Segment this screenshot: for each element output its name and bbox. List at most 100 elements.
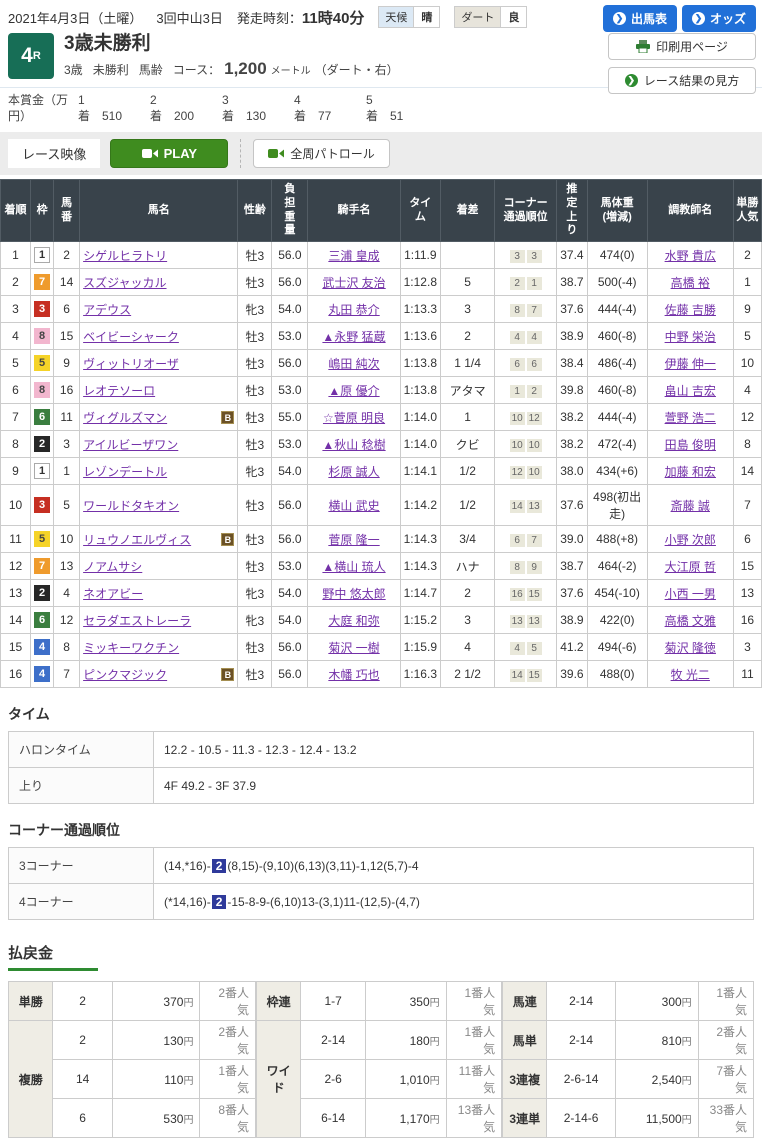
horse-name-link[interactable]: ヴィグルズマン	[83, 409, 167, 426]
horse-name-link[interactable]: ヴィットリオーザ	[83, 355, 179, 372]
result-row: 4 8 15 ベイビーシャークB 牡3 53.0 ▲永野 猛蔵 1:13.6 2…	[0, 322, 762, 351]
jockey-link[interactable]: 野中 悠太郎	[322, 587, 385, 601]
trainer-cell: 中野 栄治	[646, 322, 734, 351]
column-header: 調教師名	[646, 179, 734, 243]
horse-name-link[interactable]: スズジャッカル	[83, 274, 166, 291]
sex-age-cell: 牡3	[237, 552, 273, 581]
play-button[interactable]: PLAY	[110, 139, 229, 169]
corner-row: 4コーナー (*14,16)- 2 -15-8-9-(6,10)13-(3,1)11-…	[8, 883, 754, 921]
carried-weight-cell: 53.0	[271, 376, 309, 405]
jockey-link[interactable]: 三浦 皇成	[328, 249, 379, 263]
result-row: 15 4 8 ミッキーワクチンB 牡3 56.0 菊沢 一樹 1:15.9 4 …	[0, 633, 762, 662]
trainer-cell: 菊沢 隆徳	[646, 633, 734, 662]
horse-name-link[interactable]: ネオアビー	[83, 585, 143, 602]
trainer-link[interactable]: 水野 貴広	[665, 249, 716, 263]
race-video-tab[interactable]: レース映像	[8, 139, 101, 169]
print-page-button[interactable]: 印刷用ページ	[608, 33, 756, 60]
time-cell: 1:14.7	[399, 579, 442, 608]
jockey-link[interactable]: 大庭 和弥	[328, 614, 379, 628]
horse-name-link[interactable]: アデウス	[83, 301, 131, 318]
trainer-link[interactable]: 小野 次郎	[665, 533, 716, 547]
trainer-link[interactable]: 菊沢 隆徳	[665, 641, 716, 655]
corner-position: 6	[509, 533, 525, 547]
prize-amount: 着 200	[150, 108, 195, 123]
weather-value: 晴	[413, 7, 440, 27]
trainer-link[interactable]: 大江原 哲	[665, 560, 716, 574]
jockey-link[interactable]: 杉原 誠人	[328, 465, 379, 479]
horse-name-cell: アイルビーザワンB	[79, 430, 239, 459]
margin-cell: 4	[440, 633, 496, 662]
rank-cell: 15	[0, 633, 32, 662]
sex-age-cell: 牡3	[237, 633, 273, 662]
payout-row: 3連複 2-6-14 2,540円 7番人気	[502, 1059, 755, 1100]
patrol-video-button[interactable]: 全周パトロール	[253, 139, 390, 169]
horse-name-link[interactable]: レオテソーロ	[83, 382, 155, 399]
start-time-value: 11時40分	[301, 9, 365, 27]
payout-popularity: 2番人気	[697, 1020, 755, 1061]
payout-table-left: 単勝 2 370円 2番人気 複勝 2 130円 2番人気 14 110円 1番人気 6 530円 8番人…	[7, 981, 257, 1138]
video-camera-icon	[268, 149, 285, 159]
horse-name-link[interactable]: レゾンデートル	[83, 463, 167, 480]
jockey-link[interactable]: 丸田 恭介	[328, 303, 379, 317]
trainer-cell: 高橋 文雅	[646, 606, 734, 635]
jockey-link[interactable]: ▲横山 琉人	[322, 560, 385, 574]
jockey-link[interactable]: ☆菅原 明良	[323, 411, 385, 425]
body-weight-cell: 474(0)	[586, 241, 648, 270]
shutsuba-button[interactable]: ❯ 出馬表	[602, 5, 677, 32]
trainer-link[interactable]: 牧 光二	[671, 668, 710, 682]
jockey-link[interactable]: 武士沢 友治	[322, 276, 385, 290]
jockey-link[interactable]: 菅原 隆一	[328, 533, 379, 547]
horse-name-link[interactable]: ワールドタキオン	[83, 497, 179, 514]
trainer-link[interactable]: 高橋 裕	[671, 276, 710, 290]
race-conditions: 3歳 未勝利 馬齢 コース： 1,200 メートル （ダート・右）	[64, 59, 399, 79]
jockey-link[interactable]: ▲秋山 稔樹	[322, 438, 385, 452]
corner-position: 8	[509, 303, 525, 317]
result-guide-button[interactable]: ❯ レース結果の見方	[608, 67, 756, 94]
margin-cell: 3	[440, 295, 496, 324]
horse-name-cell: スズジャッカルB	[79, 268, 239, 297]
carried-weight-cell: 54.0	[271, 457, 309, 486]
frame-cell: 4	[30, 633, 55, 662]
jockey-cell: 菊沢 一樹	[307, 633, 401, 662]
jockey-link[interactable]: ▲永野 猛蔵	[322, 330, 385, 344]
last3f-cell: 38.0	[556, 457, 588, 486]
result-row: 9 1 1 レゾンデートルB 牝3 54.0 杉原 誠人 1:14.1 1/2 …	[0, 457, 762, 486]
trainer-link[interactable]: 畠山 吉宏	[665, 384, 716, 398]
arrow-circle-icon: ❯	[624, 74, 638, 87]
odds-button[interactable]: ❯ オッズ	[681, 5, 756, 32]
race-number: 4	[21, 44, 33, 67]
trainer-link[interactable]: 伊藤 伸一	[665, 357, 716, 371]
trainer-link[interactable]: 田島 俊明	[665, 438, 716, 452]
payout-combination: 2-14	[300, 1020, 366, 1061]
payout-table-middle: 枠連 1-7 350円 1番人気 ワイド 2-14 180円 1番人気 2-6 1,010円 11番…	[256, 981, 503, 1138]
trainer-link[interactable]: 小西 一男	[665, 587, 716, 601]
horse-name-link[interactable]: セラダエストレーラ	[83, 612, 191, 629]
margin-cell: 3	[440, 606, 496, 635]
jockey-link[interactable]: ▲原 優介	[328, 384, 379, 398]
horse-name-link[interactable]: シゲルヒラトリ	[83, 247, 167, 264]
horse-name-link[interactable]: ピンクマジック	[83, 666, 167, 683]
horse-name-link[interactable]: ミッキーワクチン	[83, 639, 179, 656]
trainer-link[interactable]: 高橋 文雅	[665, 614, 716, 628]
trainer-link[interactable]: 加藤 和宏	[665, 465, 716, 479]
time-table: ハロンタイム 12.2 - 10.5 - 11.3 - 12.3 - 12.4 -…	[8, 731, 754, 805]
horse-name-link[interactable]: アイルビーザワン	[83, 436, 178, 453]
trainer-link[interactable]: 佐藤 吉勝	[665, 303, 716, 317]
margin-cell: 2	[440, 322, 496, 351]
corner-position: 2	[526, 384, 542, 398]
trainer-link[interactable]: 斎藤 誠	[671, 499, 710, 513]
horse-name-link[interactable]: ベイビーシャーク	[83, 328, 179, 345]
horse-name-link[interactable]: リュウノエルヴィス	[83, 531, 191, 548]
jockey-link[interactable]: 木幡 巧也	[328, 668, 379, 682]
result-row: 16 4 7 ピンクマジック B 牡3 56.0 木幡 巧也 1:16.3 2 1…	[0, 660, 762, 689]
jockey-link[interactable]: 横山 武史	[328, 499, 379, 513]
jockey-link[interactable]: 菊沢 一樹	[328, 641, 379, 655]
corner-position: 6	[509, 357, 525, 371]
trainer-link[interactable]: 中野 栄治	[665, 330, 716, 344]
sex-age-cell: 牡3	[237, 430, 273, 459]
frame-cell: 3	[30, 295, 55, 324]
payout-combination: 2-14	[546, 1020, 616, 1061]
trainer-link[interactable]: 萱野 浩二	[665, 411, 716, 425]
horse-name-link[interactable]: ノアムサシ	[83, 558, 142, 575]
jockey-link[interactable]: 嶋田 純次	[328, 357, 379, 371]
